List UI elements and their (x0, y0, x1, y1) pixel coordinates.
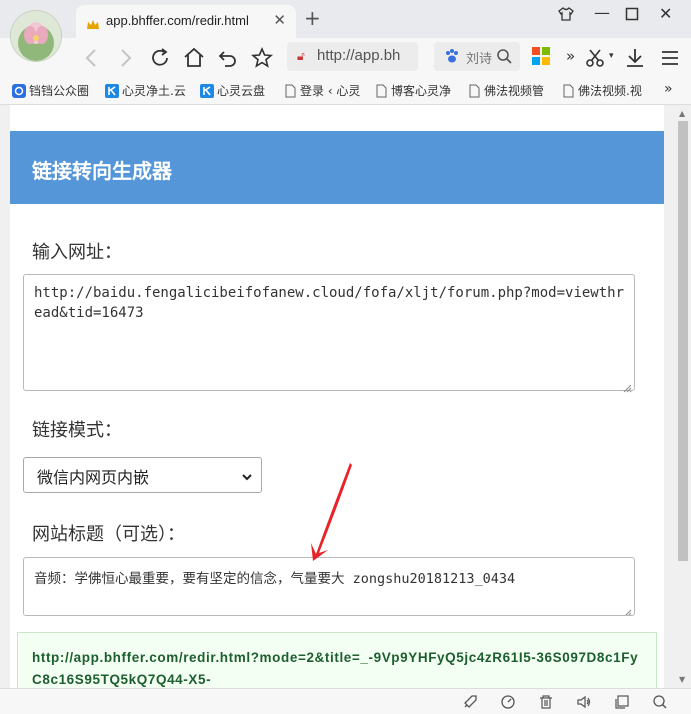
crown-icon (86, 16, 100, 35)
bookmark-item[interactable]: 博客心灵净 (374, 82, 452, 100)
scrollbar-thumb[interactable] (678, 121, 688, 561)
windows-apps-icon[interactable] (531, 46, 555, 70)
browser-tab[interactable]: app.bhffer.com/redir.html ✕ (76, 5, 296, 38)
minimize-button[interactable]: — (594, 3, 610, 22)
bookmarks-bar: 铛铛公众圈 心灵净土.云 心灵云盘 登录 ‹ 心灵 博客心灵净 佛法视频管 佛法… (0, 78, 691, 105)
resize-grip-icon[interactable] (623, 379, 632, 393)
page-header: 链接转向生成器 (10, 131, 664, 204)
back-icon[interactable] (80, 46, 104, 70)
address-bar[interactable]: 🔓︎ http://app.bh (287, 42, 418, 71)
close-tab-icon[interactable]: ✕ (273, 11, 286, 29)
scroll-down-icon[interactable]: ▼ (679, 675, 685, 684)
page-body: 链接转向生成器 输入网址： http://baidu.fengalicibeif… (10, 105, 664, 688)
rocket-icon[interactable] (462, 694, 478, 710)
mode-selected-value: 微信内网页内嵌 (37, 468, 150, 487)
avatar[interactable] (10, 10, 62, 62)
undo-icon[interactable] (216, 46, 240, 70)
new-tab-button[interactable]: + (304, 6, 321, 30)
browser-toolbar: 🔓︎ http://app.bh 刘诗 » ▾ (0, 38, 691, 78)
status-bar (0, 688, 691, 714)
baidu-paw-icon (444, 48, 460, 68)
site-title-label: 网站标题（可选）： (32, 524, 185, 545)
bookmarks-more-button[interactable]: » (664, 81, 678, 99)
tab-title: app.bhffer.com/redir.html (106, 13, 249, 28)
shirt-icon[interactable] (558, 6, 574, 26)
chevron-down-icon (241, 468, 253, 487)
chat-app-icon (12, 84, 26, 98)
zoom-icon[interactable] (652, 694, 668, 710)
k-logo-icon (200, 84, 214, 98)
resize-grip-icon[interactable] (623, 604, 632, 615)
window-icon[interactable] (614, 694, 630, 710)
page-icon (467, 84, 481, 98)
speed-icon[interactable] (500, 694, 516, 710)
forward-icon[interactable] (113, 46, 137, 70)
url-value: http://baidu.fengalicibeifofanew.cloud/f… (34, 285, 625, 321)
scissors-icon[interactable] (583, 46, 607, 70)
trash-icon[interactable] (538, 694, 554, 710)
page-icon (374, 84, 388, 98)
generated-link[interactable]: http://app.bhffer.com/redir.html?mode=2&… (17, 632, 657, 688)
reload-icon[interactable] (148, 46, 172, 70)
site-title-value: 音频：学佛恒心最重要，要有坚定的信念，气量要大 zongshu20181213_… (34, 571, 516, 587)
close-window-button[interactable]: ✕ (659, 4, 672, 23)
page-icon (561, 84, 575, 98)
bookmark-item[interactable]: 心灵净土.云 (105, 82, 187, 100)
toolbar-more-button[interactable]: » (566, 47, 575, 65)
bookmark-item[interactable]: 铛铛公众圈 (12, 82, 94, 100)
site-title-textarea[interactable]: 音频：学佛恒心最重要，要有坚定的信念，气量要大 zongshu20181213_… (23, 557, 635, 616)
scroll-up-icon[interactable]: ▲ (679, 109, 685, 118)
url-label: 输入网址： (32, 242, 122, 263)
bookmark-item[interactable]: 佛法视频管 (467, 82, 547, 100)
star-icon[interactable] (250, 46, 274, 70)
insecure-lock-icon: 🔓︎ (297, 49, 305, 63)
menu-icon[interactable] (658, 46, 682, 70)
mode-label: 链接模式： (32, 420, 122, 441)
bookmark-item[interactable]: 佛法视频.视 (561, 82, 643, 100)
address-text: http://app.bh (317, 47, 401, 64)
chevron-down-icon[interactable]: ▾ (609, 51, 614, 61)
vertical-scrollbar[interactable]: ▲ ▼ (675, 105, 691, 688)
bookmark-item[interactable]: 心灵云盘 (200, 82, 272, 100)
bookmark-item[interactable]: 登录 ‹ 心灵 (283, 82, 361, 100)
page-viewport: 链接转向生成器 输入网址： http://baidu.fengalicibeif… (0, 105, 675, 688)
mode-select[interactable]: 微信内网页内嵌 (23, 457, 262, 493)
title-bar: app.bhffer.com/redir.html ✕ + — ✕ (0, 0, 691, 38)
search-icon[interactable] (496, 48, 512, 68)
search-text: 刘诗 (466, 52, 493, 67)
download-icon[interactable] (623, 46, 647, 70)
url-textarea[interactable]: http://baidu.fengalicibeifofanew.cloud/f… (23, 274, 635, 393)
page-title: 链接转向生成器 (32, 159, 172, 183)
home-icon[interactable] (182, 46, 206, 70)
k-logo-icon (105, 84, 119, 98)
volume-icon[interactable] (576, 694, 592, 710)
search-box[interactable]: 刘诗 (434, 42, 520, 71)
maximize-button[interactable] (625, 6, 639, 25)
page-icon (283, 84, 297, 98)
generated-link-text: http://app.bhffer.com/redir.html?mode=2&… (32, 650, 639, 687)
